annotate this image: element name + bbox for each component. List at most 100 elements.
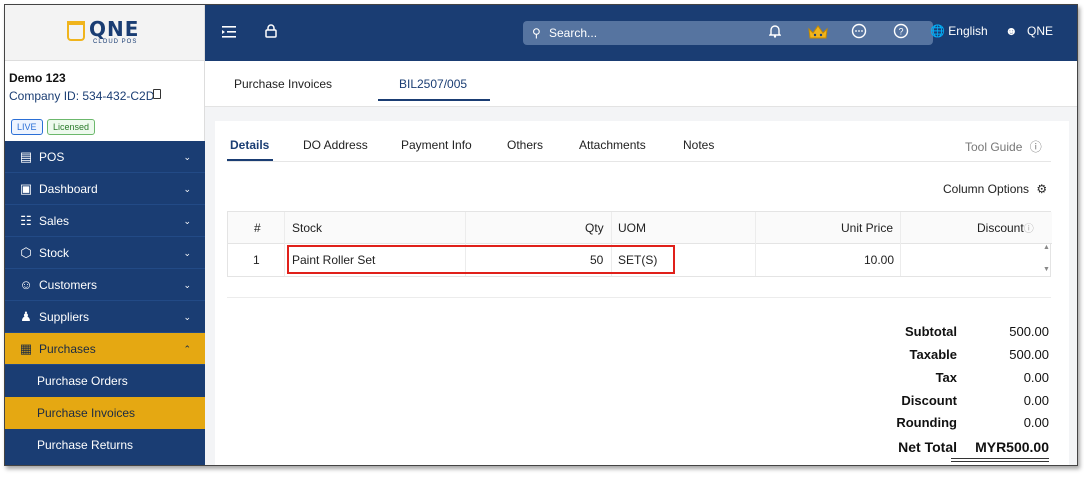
sidebar-item-sales[interactable]: ☷ Sales ⌄ <box>5 205 205 237</box>
company-info: Demo 123 Company ID: 534-432-C2D LIVE Li… <box>5 61 205 141</box>
cart-icon <box>67 21 85 41</box>
net-total-underline <box>951 461 1049 462</box>
sidebar-subitem-purchase-orders[interactable]: Purchase Orders <box>5 365 205 397</box>
main-content: Purchase Invoices BIL2507/005 Details DO… <box>205 61 1077 465</box>
help-icon[interactable]: ? <box>891 23 911 43</box>
sidebar-subitem-purchase-invoices[interactable]: Purchase Invoices <box>5 397 205 429</box>
register-icon: ▤ <box>19 149 33 164</box>
column-header-uom[interactable]: UOM <box>618 212 646 244</box>
qne-logo: QNE CLOUD POS <box>67 17 147 47</box>
totals-divider <box>227 297 1051 298</box>
sidebar-item-label: Sales <box>39 214 70 228</box>
svg-text:?: ? <box>898 27 903 37</box>
tab-details[interactable]: Details <box>230 138 269 152</box>
sidebar-item-stock[interactable]: ⬡ Stock ⌄ <box>5 237 205 269</box>
top-bar: ⚲ Search... ? 🌐 English ☻ QNE <box>205 5 1077 61</box>
sidebar-subitem-purchase-returns[interactable]: Purchase Returns <box>5 429 205 461</box>
row-number: 1 <box>253 253 260 267</box>
user-icon: ☻ <box>1005 24 1018 38</box>
grid-divider <box>900 212 901 276</box>
sidebar-item-dashboard[interactable]: ▣ Dashboard ⌄ <box>5 173 205 205</box>
language-selector[interactable]: 🌐 English <box>930 24 988 38</box>
rounding-label: Rounding <box>896 415 957 430</box>
column-header-qty[interactable]: Qty <box>585 212 604 244</box>
licensed-badge: Licensed <box>47 119 96 135</box>
row-unit-price-cell[interactable]: 10.00 <box>864 244 894 276</box>
column-options-label: Column Options <box>943 182 1030 196</box>
search-input[interactable]: ⚲ Search... <box>523 21 933 45</box>
column-header-unit-price[interactable]: Unit Price <box>841 212 893 244</box>
chevron-down-icon: ⌄ <box>183 216 191 226</box>
sidebar: Demo 123 Company ID: 534-432-C2D LIVE Li… <box>5 61 205 465</box>
sidebar-item-label: POS <box>39 150 65 164</box>
tab-attachments[interactable]: Attachments <box>579 138 646 152</box>
scroll-down-icon[interactable]: ▼ <box>1043 266 1050 273</box>
net-total-underline <box>951 458 1049 459</box>
copy-icon[interactable] <box>153 89 161 99</box>
discount-value: 0.00 <box>1023 393 1049 408</box>
tab-do-address[interactable]: DO Address <box>303 138 368 152</box>
sidebar-item-label: Customers <box>39 278 98 292</box>
chevron-down-icon: ⌄ <box>183 248 191 258</box>
invoice-panel: Details DO Address Payment Info Others A… <box>215 121 1069 465</box>
user-label: QNE <box>1026 24 1053 38</box>
sidebar-item-label: Suppliers <box>39 310 90 324</box>
tab-divider <box>227 161 1051 162</box>
tool-guide-label: Tool Guide <box>965 140 1023 154</box>
tab-purchase-invoices[interactable]: Purchase Invoices <box>234 77 332 91</box>
tool-guide-button[interactable]: Tool Guide ⓘ <box>965 138 1042 155</box>
sidebar-item-suppliers[interactable]: ♟ Suppliers ⌄ <box>5 301 205 333</box>
sidebar-item-customers[interactable]: ☺ Customers ⌄ <box>5 269 205 301</box>
user-menu[interactable]: ☻ QNE <box>1005 24 1053 38</box>
tab-notes[interactable]: Notes <box>683 138 714 152</box>
tax-value: 0.00 <box>1023 370 1049 385</box>
chevron-down-icon: ⌄ <box>183 152 191 162</box>
tab-invoice-bil2507-005[interactable]: BIL2507/005 <box>399 77 467 91</box>
chevron-down-icon: ⌄ <box>183 280 191 290</box>
lock-icon[interactable] <box>261 23 281 43</box>
customers-icon: ☺ <box>19 277 33 292</box>
crown-icon[interactable] <box>807 23 828 43</box>
tab-payment-info[interactable]: Payment Info <box>401 138 472 152</box>
info-icon: ⓘ <box>1029 140 1042 154</box>
bell-icon[interactable] <box>765 23 785 43</box>
active-subtab-indicator <box>227 159 273 161</box>
company-id: Company ID: 534-432-C2D <box>9 89 155 103</box>
subtotal-value: 500.00 <box>1009 324 1049 339</box>
company-name: Demo 123 <box>9 71 66 85</box>
discount-label: Discount <box>901 393 957 408</box>
net-total-label: Net Total <box>898 439 957 455</box>
tab-others[interactable]: Others <box>507 138 543 152</box>
sidebar-item-label: Dashboard <box>39 182 98 196</box>
live-badge: LIVE <box>11 119 43 135</box>
active-tab-indicator <box>378 99 490 101</box>
column-header-discount[interactable]: Discountⓘ <box>977 212 1034 244</box>
sidebar-nav: ▤ POS ⌄ ▣ Dashboard ⌄ ☷ Sales ⌄ ⬡ Stock … <box>5 141 205 461</box>
logo-text: QNE <box>89 17 140 41</box>
discount-header-label: Discount <box>977 221 1024 235</box>
scroll-up-icon[interactable]: ▲ <box>1043 244 1050 251</box>
gear-icon: ⚙ <box>1036 182 1048 196</box>
tax-label: Tax <box>935 370 957 385</box>
suppliers-icon: ♟ <box>20 309 32 324</box>
menu-collapse-icon[interactable] <box>219 23 239 43</box>
taxable-label: Taxable <box>909 347 957 362</box>
chevron-up-icon: ⌃ <box>183 344 191 354</box>
net-total-value: MYR500.00 <box>975 439 1049 455</box>
dashboard-icon: ▣ <box>19 181 33 196</box>
column-header-no: # <box>254 221 261 235</box>
column-header-stock[interactable]: Stock <box>292 212 322 244</box>
logo-area[interactable]: QNE CLOUD POS <box>5 5 205 61</box>
chat-icon[interactable] <box>849 23 869 43</box>
column-options-button[interactable]: Column Options ⚙ <box>943 182 1047 196</box>
help-icon: ⓘ <box>1023 224 1034 235</box>
search-placeholder: Search... <box>549 26 598 40</box>
sidebar-item-pos[interactable]: ▤ POS ⌄ <box>5 141 205 173</box>
sidebar-item-purchases[interactable]: ▦ Purchases ⌃ <box>5 333 205 365</box>
language-label: English <box>948 24 988 38</box>
annotation-highlight-box <box>287 245 675 274</box>
chevron-down-icon: ⌄ <box>183 184 191 194</box>
sidebar-subitem-label: Purchase Invoices <box>37 406 136 420</box>
sidebar-item-label: Purchases <box>39 342 96 356</box>
purchases-icon: ▦ <box>19 341 33 356</box>
